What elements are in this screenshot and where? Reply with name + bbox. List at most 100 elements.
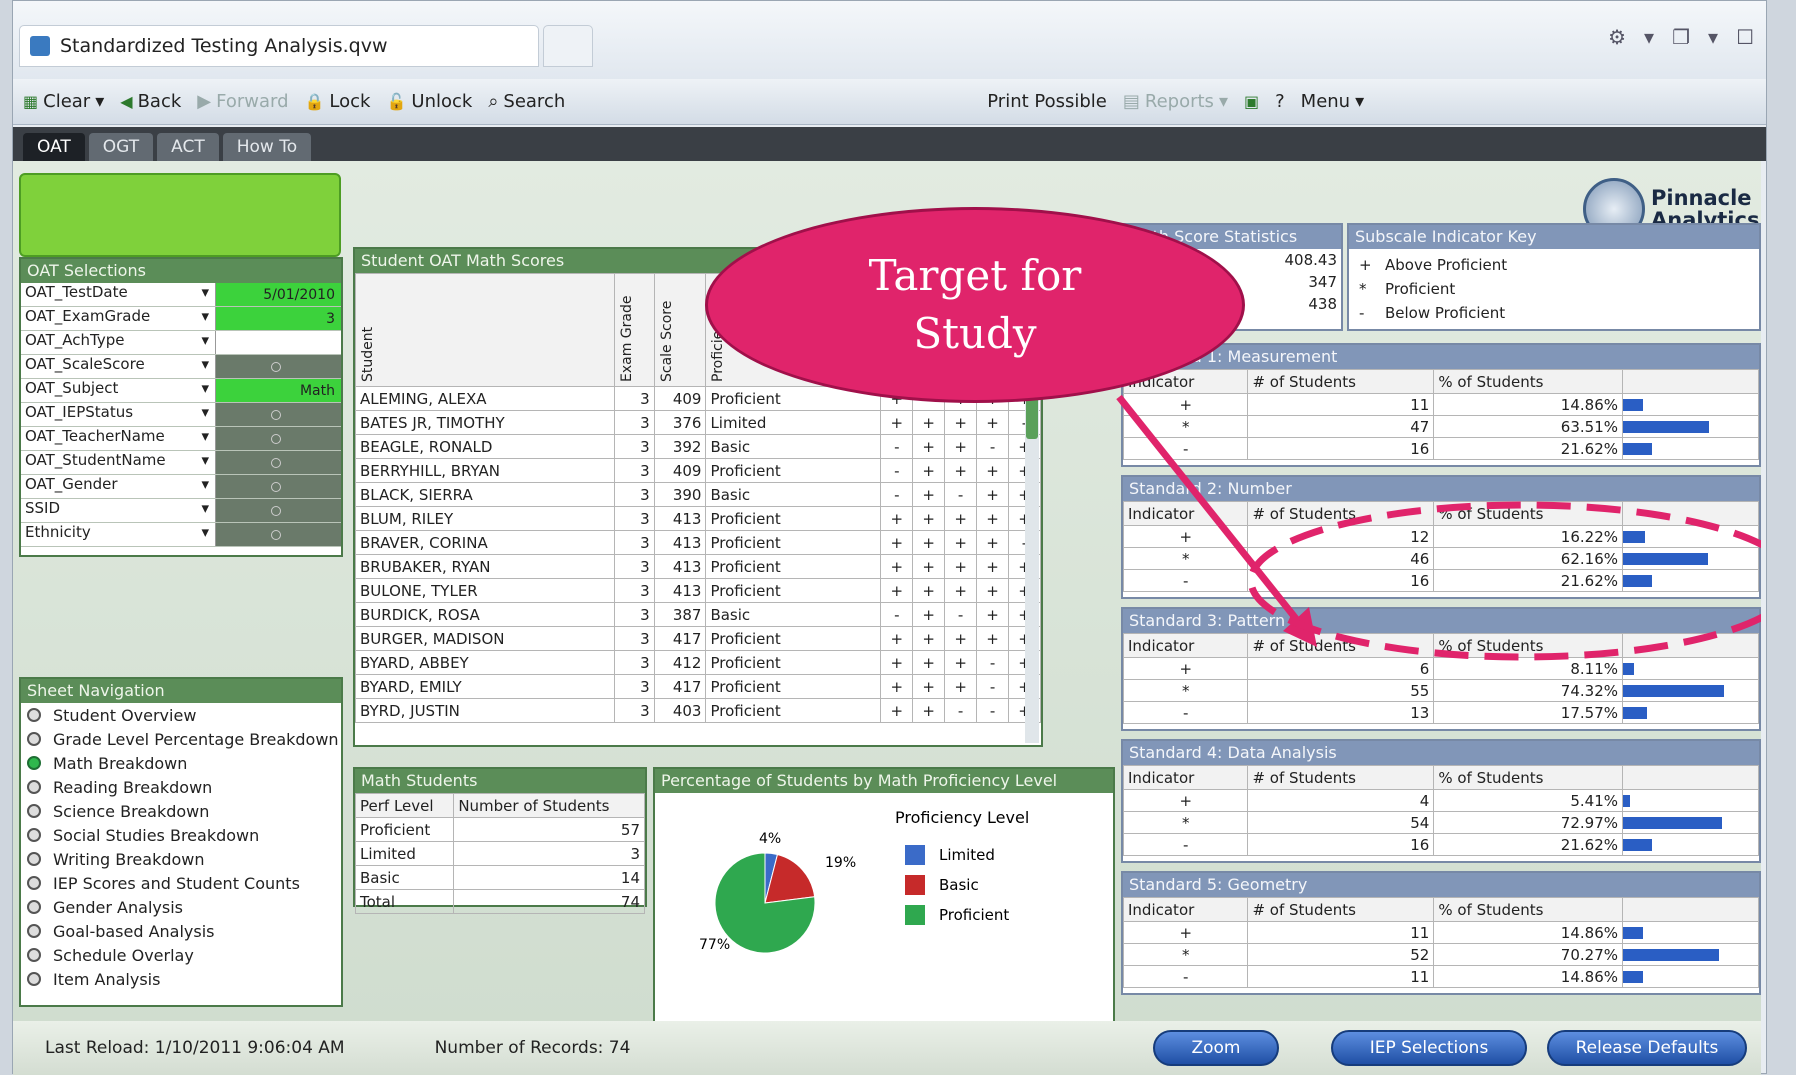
selection-field-name[interactable]: OAT_StudentName ▾ <box>21 451 216 474</box>
table-cell[interactable]: 54 <box>1247 811 1435 834</box>
table-cell[interactable]: + <box>880 506 914 531</box>
table-row[interactable]: * 52 70.27% <box>1122 943 1759 966</box>
dropdown-arrow-icon[interactable]: ▾ <box>201 403 209 426</box>
table-cell[interactable]: + <box>944 458 978 483</box>
table-cell[interactable]: - <box>944 602 978 627</box>
table-cell[interactable]: 11 <box>1247 965 1435 988</box>
table-cell[interactable]: 21.62% <box>1433 437 1623 460</box>
table-cell[interactable]: 52 <box>1247 943 1435 966</box>
table-cell[interactable]: - <box>1122 965 1249 988</box>
table-cell[interactable]: + <box>912 530 946 555</box>
table-row[interactable]: BYARD, EMILY3417Proficient+++-+ <box>355 674 1042 699</box>
table-cell[interactable]: * <box>1122 547 1249 570</box>
sheet-nav-item[interactable]: Grade Level Percentage Breakdown <box>21 727 341 751</box>
table-cell[interactable]: 3 <box>453 841 645 866</box>
table-cell[interactable]: 6 <box>1247 657 1435 680</box>
table-cell[interactable]: + <box>880 554 914 579</box>
table-cell[interactable]: 21.62% <box>1433 833 1623 856</box>
table-row[interactable]: +11 14.86% <box>1122 921 1759 944</box>
menu-button[interactable]: Menu ▾ <box>1301 91 1364 112</box>
table-cell[interactable]: Proficient <box>705 698 882 723</box>
table-cell[interactable]: + <box>976 410 1009 435</box>
table-cell[interactable]: + <box>912 482 946 507</box>
selection-field-value[interactable] <box>216 451 341 474</box>
table-cell[interactable]: 16 <box>1247 437 1435 460</box>
table-cell[interactable]: 3 <box>613 554 655 579</box>
table-cell[interactable]: 74 <box>453 889 645 914</box>
table-cell[interactable]: - <box>976 434 1009 459</box>
table-cell[interactable]: 3 <box>613 674 655 699</box>
table-cell[interactable]: 47 <box>1247 415 1435 438</box>
table-cell[interactable]: - <box>944 482 978 507</box>
sheet-nav-item[interactable]: Math Breakdown <box>21 751 341 775</box>
table-cell[interactable]: - <box>976 674 1009 699</box>
selection-field-value[interactable] <box>216 427 341 450</box>
selection-field-value[interactable]: 5/01/2010 <box>216 283 341 306</box>
excel-button[interactable]: ▣ <box>1244 92 1259 111</box>
column-header[interactable]: # of Students <box>1247 501 1435 526</box>
table-cell[interactable]: 16 <box>1247 569 1435 592</box>
tab-act[interactable]: ACT <box>157 133 219 161</box>
table-cell[interactable]: 5.41% <box>1433 789 1623 812</box>
tab-how-to[interactable]: How To <box>222 133 312 161</box>
table-cell[interactable]: + <box>976 530 1009 555</box>
table-cell[interactable]: Proficient <box>705 530 882 555</box>
radio-icon[interactable] <box>27 804 41 818</box>
table-cell[interactable]: 14.86% <box>1433 965 1623 988</box>
chevron-down-icon[interactable]: ▾ <box>1708 25 1718 49</box>
close-icon[interactable]: ☐ <box>1736 25 1754 49</box>
column-header[interactable]: Scale Score <box>653 273 707 387</box>
table-cell[interactable]: 74.32% <box>1433 679 1623 702</box>
column-header[interactable]: Indicator <box>1122 897 1249 922</box>
column-header[interactable]: % of Students <box>1433 369 1623 394</box>
radio-icon[interactable] <box>27 900 41 914</box>
selection-field-name[interactable]: OAT_TestDate ▾ <box>21 283 216 306</box>
table-cell[interactable]: Basic <box>705 602 882 627</box>
dropdown-arrow-icon[interactable]: ▾ <box>201 475 209 498</box>
table-cell[interactable]: + <box>1122 789 1249 812</box>
table-row[interactable]: * 46 62.16% <box>1122 547 1759 570</box>
clear-button[interactable]: ▦ Clear ▾ <box>23 91 104 112</box>
column-header[interactable]: Student <box>355 273 615 387</box>
selection-field-name[interactable]: OAT_ScaleScore ▾ <box>21 355 216 378</box>
table-cell[interactable]: 14.86% <box>1433 921 1623 944</box>
sheet-nav-item[interactable]: Schedule Overlay <box>21 943 341 967</box>
table-row[interactable]: +12 16.22% <box>1122 525 1759 548</box>
table-row[interactable]: BURDICK, ROSA3387Basic-+-++ <box>355 602 1042 627</box>
table-cell[interactable]: + <box>880 578 914 603</box>
table-cell[interactable]: 21.62% <box>1433 569 1623 592</box>
settings-icon[interactable]: ⚙ <box>1608 25 1626 49</box>
dropdown-arrow-icon[interactable]: ▾ <box>201 379 209 402</box>
column-header[interactable]: # of Students <box>1247 633 1435 658</box>
column-header[interactable]: # of Students <box>1247 765 1435 790</box>
new-tab-button[interactable] <box>543 25 593 67</box>
selection-field-name[interactable]: SSID ▾ <box>21 499 216 522</box>
table-cell[interactable]: 13 <box>1247 701 1435 724</box>
selection-field-value[interactable] <box>216 523 341 546</box>
table-row[interactable]: +6 8.11% <box>1122 657 1759 680</box>
table-cell[interactable]: Proficient <box>705 674 882 699</box>
table-cell[interactable]: 55 <box>1247 679 1435 702</box>
table-cell[interactable]: + <box>1122 657 1249 680</box>
table-cell[interactable]: 417 <box>653 626 707 651</box>
table-cell[interactable]: + <box>976 626 1009 651</box>
table-row[interactable]: Proficient 57 <box>354 817 645 842</box>
table-cell[interactable]: 16 <box>1247 833 1435 856</box>
selection-field-name[interactable]: Ethnicity ▾ <box>21 523 216 546</box>
table-cell[interactable]: 46 <box>1247 547 1435 570</box>
column-header[interactable]: % of Students <box>1433 501 1623 526</box>
column-header[interactable]: Perf Level <box>354 793 455 818</box>
table-cell[interactable]: + <box>912 578 946 603</box>
table-cell[interactable]: 413 <box>653 530 707 555</box>
table-cell[interactable]: Proficient <box>705 578 882 603</box>
table-cell[interactable]: + <box>912 674 946 699</box>
table-cell[interactable]: + <box>976 602 1009 627</box>
table-cell[interactable]: + <box>912 434 946 459</box>
table-cell[interactable]: BURGER, MADISON <box>355 626 615 651</box>
table-cell[interactable]: + <box>944 650 978 675</box>
table-cell[interactable]: - <box>1122 569 1249 592</box>
sheet-nav-item[interactable]: Gender Analysis <box>21 895 341 919</box>
dropdown-arrow-icon[interactable]: ▾ <box>201 283 209 306</box>
table-cell[interactable]: 3 <box>613 698 655 723</box>
table-cell[interactable]: - <box>1122 437 1249 460</box>
